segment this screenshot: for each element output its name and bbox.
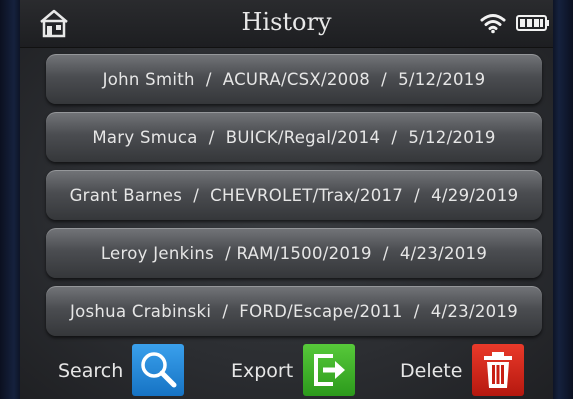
- bottom-toolbar: Search Export Delete: [20, 340, 553, 399]
- search-icon: [141, 352, 177, 388]
- history-entry[interactable]: Leroy Jenkins / RAM/1500/2019 / 4/23/201…: [46, 228, 542, 278]
- history-entry[interactable]: Grant Barnes / CHEVROLET/Trax/2017 / 4/2…: [46, 170, 542, 220]
- search-label: Search: [58, 360, 124, 382]
- wifi-icon: [480, 14, 506, 34]
- history-entry[interactable]: Joshua Crabinski / FORD/Escape/2011 / 4/…: [46, 286, 542, 336]
- battery-icon: [516, 15, 549, 31]
- delete-button[interactable]: [472, 344, 524, 396]
- page-title: History: [241, 8, 332, 36]
- export-button[interactable]: [303, 344, 355, 396]
- header-bar: History: [20, 0, 553, 48]
- device-frame: History John Smith / ACURA/CSX/2008 / 5/…: [0, 0, 573, 399]
- right-bezel: [553, 0, 573, 399]
- trash-icon: [484, 352, 512, 388]
- history-entry[interactable]: Mary Smuca / BUICK/Regal/2014 / 5/12/201…: [46, 112, 542, 162]
- delete-label: Delete: [400, 360, 463, 382]
- history-entry[interactable]: John Smith / ACURA/CSX/2008 / 5/12/2019: [46, 54, 542, 104]
- export-label: Export: [231, 360, 294, 382]
- left-bezel: [0, 0, 20, 399]
- export-icon: [314, 354, 345, 386]
- search-button[interactable]: [132, 344, 184, 396]
